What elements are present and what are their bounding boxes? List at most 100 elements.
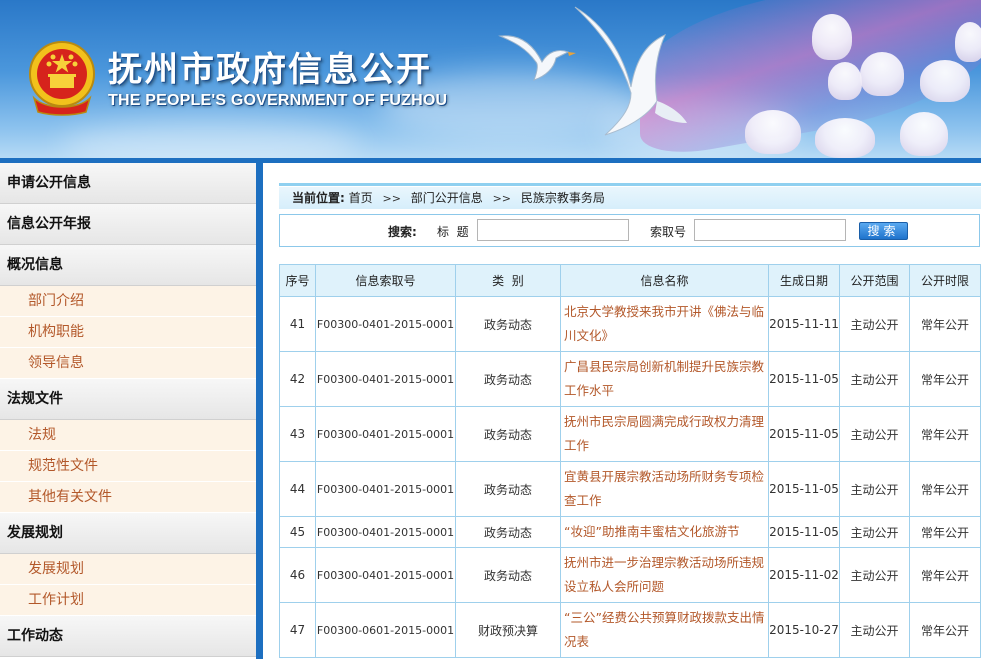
sidebar-section-planning[interactable]: 发展规划 — [0, 513, 256, 554]
column-header: 信息索取号 — [315, 264, 456, 297]
info-title-link[interactable]: 抚州市进一步治理宗教活动场所违规设立私人会所问题 — [560, 547, 769, 603]
search-button[interactable]: 搜索 — [859, 222, 908, 240]
info-title-link[interactable]: 北京大学教授来我市开讲《佛法与临川文化》 — [560, 296, 769, 352]
disclosure-scope: 主动公开 — [839, 406, 910, 462]
magnolia-flower — [920, 60, 970, 102]
category: 政务动态 — [455, 406, 561, 462]
date: 2015-11-05 — [768, 516, 840, 548]
disclosure-period: 常年公开 — [909, 296, 981, 352]
index-number: F00300-0401-2015-0001 — [315, 461, 456, 517]
info-table: 序号 信息索取号 类 别 信息名称 生成日期 公开范围 公开时限 41 F0030… — [279, 264, 981, 658]
index-number: F00300-0401-2015-0001 — [315, 406, 456, 462]
breadcrumb-department-info[interactable]: 部门公开信息 — [411, 191, 483, 205]
index-number-input[interactable] — [694, 219, 846, 241]
table-row: 41 F00300-0401-2015-0001 政务动态 北京大学教授来我市开讲《佛… — [279, 296, 981, 352]
row-number: 47 — [279, 602, 316, 658]
site-subtitle: THE PEOPLE'S GOVERNMENT OF FUZHOU — [108, 92, 448, 109]
page: 抚州市政府信息公开 THE PEOPLE'S GOVERNMENT OF FUZ… — [0, 0, 981, 659]
magnolia-flower — [828, 62, 862, 100]
national-emblem-icon — [29, 41, 95, 116]
main-content: 当前位置: 首页 >> 部门公开信息 >> 民族宗教事务局 搜索: 标 题 索取… — [263, 163, 981, 659]
disclosure-scope: 主动公开 — [839, 602, 910, 658]
sidebar-section-work-news[interactable]: 工作动态 — [0, 616, 256, 657]
sidebar-item-work-plan[interactable]: 工作计划 — [0, 585, 256, 616]
column-header: 类 别 — [455, 264, 561, 297]
date: 2015-11-05 — [768, 406, 840, 462]
row-number: 44 — [279, 461, 316, 517]
disclosure-scope: 主动公开 — [839, 547, 910, 603]
sidebar-item-leaders[interactable]: 领导信息 — [0, 348, 256, 379]
header-banner: 抚州市政府信息公开 THE PEOPLE'S GOVERNMENT OF FUZ… — [0, 0, 981, 160]
category: 财政预决算 — [455, 602, 561, 658]
category: 政务动态 — [455, 351, 561, 407]
search-panel: 搜索: 标 题 索取号 搜索 — [279, 214, 980, 247]
magnolia-flower — [860, 52, 904, 96]
table-header-row: 序号 信息索取号 类 别 信息名称 生成日期 公开范围 公开时限 — [279, 264, 981, 297]
row-number: 45 — [279, 516, 316, 548]
table-row: 42 F00300-0401-2015-0001 政务动态 广昌县民宗局创新机制提升民… — [279, 351, 981, 407]
sidebar-item-laws[interactable]: 法规 — [0, 420, 256, 451]
breadcrumb: 当前位置: 首页 >> 部门公开信息 >> 民族宗教事务局 — [279, 187, 981, 209]
category: 政务动态 — [455, 461, 561, 517]
sidebar-section-regulations[interactable]: 法规文件 — [0, 379, 256, 420]
breadcrumb-rule — [279, 183, 981, 186]
breadcrumb-home[interactable]: 首页 — [349, 191, 373, 205]
sidebar-item-other-docs[interactable]: 其他有关文件 — [0, 482, 256, 513]
site-title: 抚州市政府信息公开 — [108, 50, 432, 90]
disclosure-period: 常年公开 — [909, 461, 981, 517]
index-number: F00300-0401-2015-0001 — [315, 296, 456, 352]
sidebar-section-overview[interactable]: 概况信息 — [0, 245, 256, 286]
info-title-link[interactable]: 宜黄县开展宗教活动场所财务专项检查工作 — [560, 461, 769, 517]
info-title-link[interactable]: 广昌县民宗局创新机制提升民族宗教工作水平 — [560, 351, 769, 407]
sidebar-item-development-plan[interactable]: 发展规划 — [0, 554, 256, 585]
magnolia-flower — [815, 118, 875, 158]
category: 政务动态 — [455, 516, 561, 548]
breadcrumb-separator: >> — [382, 192, 401, 205]
disclosure-period: 常年公开 — [909, 516, 981, 548]
column-header: 信息名称 — [560, 264, 769, 297]
date: 2015-10-27 — [768, 602, 840, 658]
row-number: 42 — [279, 351, 316, 407]
column-header: 公开时限 — [909, 264, 981, 297]
row-number: 46 — [279, 547, 316, 603]
magnolia-flower — [900, 112, 948, 156]
info-title-link[interactable]: “三公”经费公共预算财政拨款支出情况表 — [560, 602, 769, 658]
title-label: 标 题 — [437, 225, 469, 239]
disclosure-scope: 主动公开 — [839, 351, 910, 407]
breadcrumb-separator: >> — [492, 192, 512, 205]
table-row: 47 F00300-0601-2015-0001 财政预决算 “三公”经费公共预算财政… — [279, 602, 981, 658]
index-number: F00300-0401-2015-0001 — [315, 516, 456, 548]
magnolia-flower — [955, 22, 981, 62]
magnolia-flower — [745, 110, 801, 154]
disclosure-scope: 主动公开 — [839, 296, 910, 352]
sidebar-item-department-intro[interactable]: 部门介绍 — [0, 286, 256, 317]
disclosure-period: 常年公开 — [909, 406, 981, 462]
column-header: 公开范围 — [839, 264, 910, 297]
disclosure-period: 常年公开 — [909, 602, 981, 658]
magnolia-flower — [812, 14, 852, 60]
title-input[interactable] — [477, 219, 629, 241]
table-row: 46 F00300-0401-2015-0001 政务动态 抚州市进一步治理宗教活动场… — [279, 547, 981, 603]
disclosure-period: 常年公开 — [909, 547, 981, 603]
info-title-link[interactable]: “妆迎”助推南丰蜜桔文化旅游节 — [560, 516, 769, 548]
date: 2015-11-02 — [768, 547, 840, 603]
date: 2015-11-11 — [768, 296, 840, 352]
sidebar-divider — [256, 163, 263, 659]
disclosure-scope: 主动公开 — [839, 461, 910, 517]
sidebar-item-functions[interactable]: 机构职能 — [0, 317, 256, 348]
index-number: F00300-0401-2015-0001 — [315, 547, 456, 603]
breadcrumb-current[interactable]: 民族宗教事务局 — [521, 191, 605, 205]
index-number: F00300-0401-2015-0001 — [315, 351, 456, 407]
row-number: 43 — [279, 406, 316, 462]
sidebar: 申请公开信息 信息公开年报 概况信息 部门介绍 机构职能 领导信息 法规文件 法… — [0, 163, 263, 659]
table-row: 43 F00300-0401-2015-0001 政务动态 抚州市民宗局圆满完成行政权… — [279, 406, 981, 462]
date: 2015-11-05 — [768, 351, 840, 407]
sidebar-section-annual-report[interactable]: 信息公开年报 — [0, 204, 256, 245]
column-header: 序号 — [279, 264, 316, 297]
sidebar-section-apply[interactable]: 申请公开信息 — [0, 163, 256, 204]
sidebar-item-normative-docs[interactable]: 规范性文件 — [0, 451, 256, 482]
info-title-link[interactable]: 抚州市民宗局圆满完成行政权力清理工作 — [560, 406, 769, 462]
category: 政务动态 — [455, 296, 561, 352]
table-row: 45 F00300-0401-2015-0001 政务动态 “妆迎”助推南丰蜜桔文化旅… — [279, 516, 981, 548]
search-label: 搜索: — [388, 225, 417, 239]
